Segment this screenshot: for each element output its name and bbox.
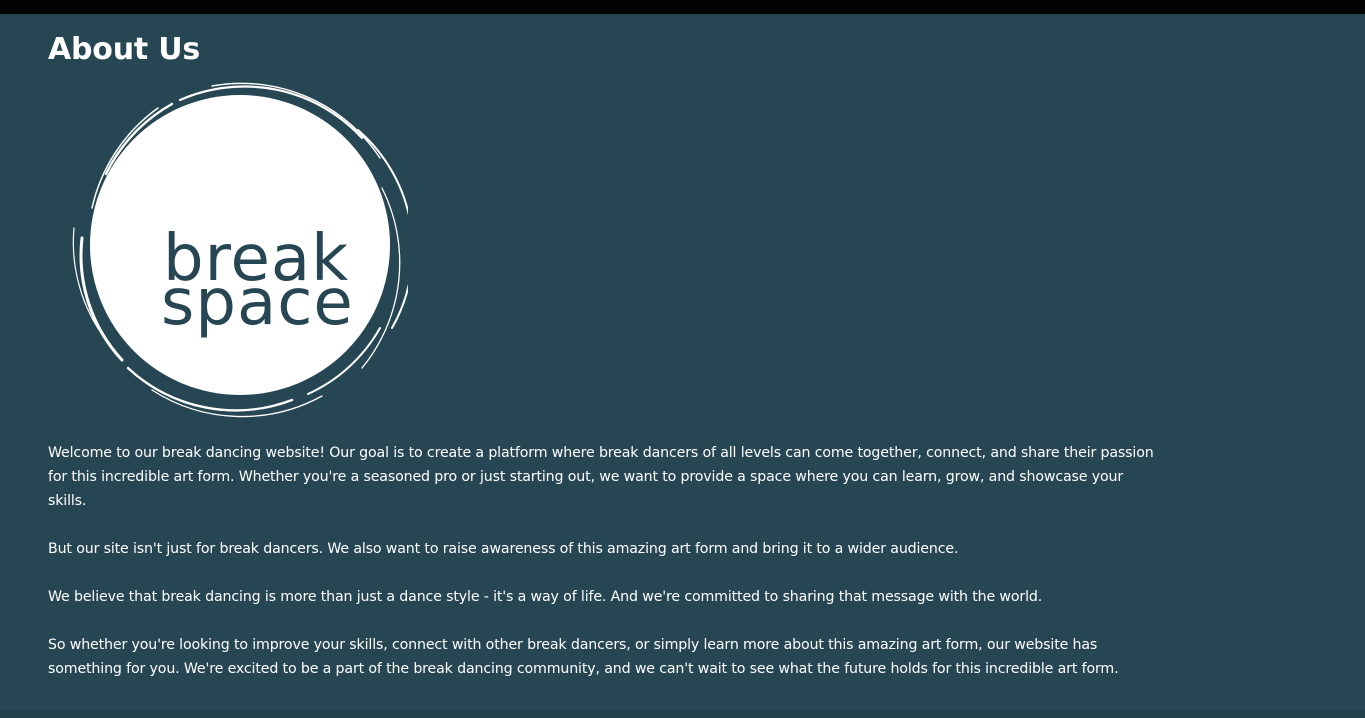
logo-word-space: space xyxy=(161,266,354,340)
page-bottom-edge xyxy=(0,711,1365,718)
about-content: Welcome to our break dancing website! Ou… xyxy=(48,441,1158,705)
browser-top-bar xyxy=(0,0,1365,14)
about-paragraph: We believe that break dancing is more th… xyxy=(48,589,1043,605)
about-paragraph: So whether you're looking to improve you… xyxy=(48,637,1119,677)
about-paragraph: But our site isn't just for break dancer… xyxy=(48,541,959,557)
page-title: About Us xyxy=(48,32,201,67)
about-paragraph: Welcome to our break dancing website! Ou… xyxy=(48,445,1154,509)
breakspace-logo: break space xyxy=(72,82,408,418)
